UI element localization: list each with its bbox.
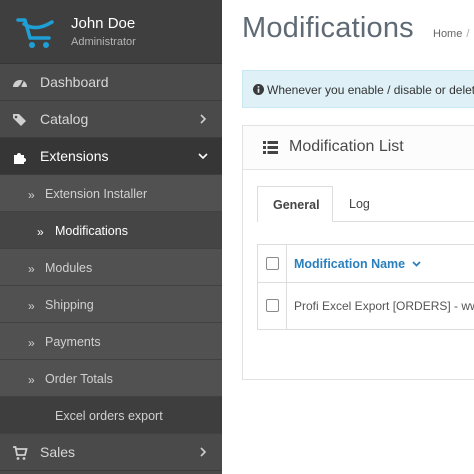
tag-icon xyxy=(13,114,26,126)
sidebar-item-label: Catalog xyxy=(40,111,89,127)
user-role: Administrator xyxy=(71,36,136,48)
sidebar-subitem-payments[interactable]: » Payments xyxy=(0,323,222,360)
sidebar-subitem-label: Extension Installer xyxy=(45,187,148,201)
sidebar-subitem-excel-orders-export[interactable]: Excel orders export xyxy=(0,397,222,434)
list-icon xyxy=(263,141,278,154)
sidebar-subitem-label: Modifications xyxy=(55,224,128,238)
sort-modification-name-link[interactable]: Modification Name xyxy=(294,257,421,271)
sidebar-subitem-modifications[interactable]: » Modifications xyxy=(0,212,222,249)
info-alert: Whenever you enable / disable or delete xyxy=(242,70,474,108)
tab-general[interactable]: General xyxy=(257,186,333,222)
sidebar-item-sales[interactable]: Sales xyxy=(0,434,222,471)
tabs-divider xyxy=(257,221,474,222)
alert-text: Whenever you enable / disable or delete xyxy=(267,83,474,97)
user-name[interactable]: John Doe xyxy=(71,15,135,32)
cart-logo-icon xyxy=(16,18,54,48)
sidebar-subitem-label: Excel orders export xyxy=(55,409,163,423)
table-header: Modification Name xyxy=(258,245,474,283)
sidebar-subitem-shipping[interactable]: » Shipping xyxy=(0,286,222,323)
double-chevron-icon: » xyxy=(28,262,35,276)
tab-label: Log xyxy=(349,197,370,211)
dashboard-icon xyxy=(13,80,27,89)
profile-header: John Doe Administrator xyxy=(0,0,222,64)
sidebar-subitem-modules[interactable]: » Modules xyxy=(0,249,222,286)
double-chevron-icon: » xyxy=(37,225,44,239)
sidebar-subitem-extension-installer[interactable]: » Extension Installer xyxy=(0,175,222,212)
modification-list-panel: Modification List General Log Modificati… xyxy=(242,125,474,380)
row-checkbox[interactable] xyxy=(266,299,279,312)
main-content: Modifications Home / Whenever you enable … xyxy=(222,0,474,474)
breadcrumb: Home / xyxy=(433,28,469,40)
table-row: Profi Excel Export [ORDERS] - www xyxy=(258,283,474,329)
sidebar-subitem-order-totals[interactable]: » Order Totals xyxy=(0,360,222,397)
tab-log[interactable]: Log xyxy=(335,186,381,222)
sidebar-subitem-label: Shipping xyxy=(45,298,94,312)
sidebar-item-extensions[interactable]: Extensions xyxy=(0,138,222,175)
modification-name-cell: Profi Excel Export [ORDERS] - www xyxy=(294,299,474,313)
puzzle-icon xyxy=(14,153,26,164)
select-all-checkbox[interactable] xyxy=(266,257,279,270)
cart-icon xyxy=(13,446,28,460)
sidebar-item-label: Dashboard xyxy=(40,74,109,90)
tab-label: General xyxy=(273,198,320,212)
panel-heading: Modification List xyxy=(243,126,474,170)
double-chevron-icon: » xyxy=(28,299,35,313)
double-chevron-icon: » xyxy=(28,188,35,202)
info-circle-icon xyxy=(253,84,264,95)
sidebar-subitem-label: Payments xyxy=(45,335,101,349)
sidebar-item-dashboard[interactable]: Dashboard xyxy=(0,64,222,101)
page-title: Modifications xyxy=(242,12,414,44)
sidebar-subitem-label: Order Totals xyxy=(45,372,113,386)
sidebar-item-label: Extensions xyxy=(40,148,109,164)
sidebar-item-label: Sales xyxy=(40,444,76,460)
sidebar-item-catalog[interactable]: Catalog xyxy=(0,101,222,138)
chevron-right-icon xyxy=(200,447,207,457)
chevron-down-icon xyxy=(198,153,208,160)
column-header-label: Modification Name xyxy=(294,257,406,271)
chevron-right-icon xyxy=(200,114,207,124)
double-chevron-icon: » xyxy=(28,373,35,387)
modifications-table: Modification Name Profi Excel Export [OR… xyxy=(257,244,474,330)
sort-chevron-down-icon xyxy=(411,261,421,267)
panel-title: Modification List xyxy=(289,138,404,155)
sidebar: John Doe Administrator Dashboard Catalog… xyxy=(0,0,222,474)
breadcrumb-separator: / xyxy=(466,28,470,40)
double-chevron-icon: » xyxy=(28,336,35,350)
sidebar-subitem-label: Modules xyxy=(45,261,93,275)
breadcrumb-home-link[interactable]: Home xyxy=(433,28,462,40)
